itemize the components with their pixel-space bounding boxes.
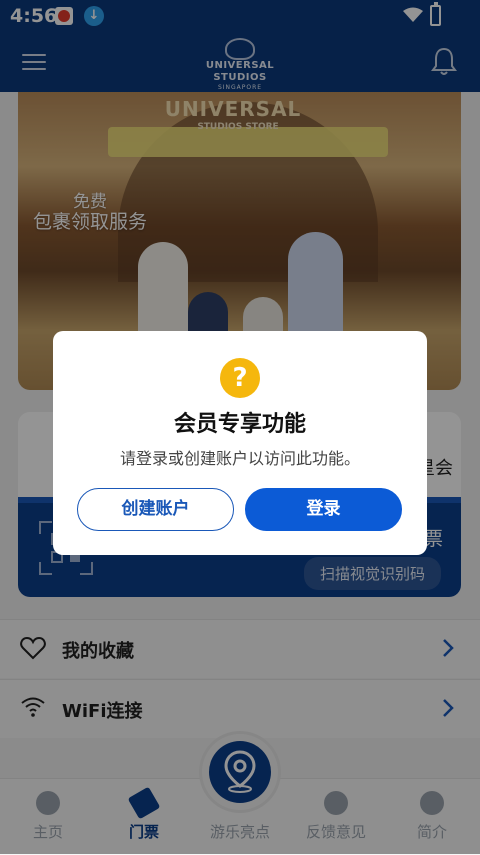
- dialog-message: 请登录或创建账户以访问此功能。: [119, 449, 360, 468]
- create-account-button[interactable]: 创建账户: [77, 488, 234, 531]
- dialog-title: 会员专享功能: [173, 412, 306, 437]
- login-button[interactable]: 登录: [245, 488, 402, 531]
- members-only-dialog: ? 会员专享功能 请登录或创建账户以访问此功能。 创建账户 登录: [53, 331, 427, 555]
- question-icon: ?: [220, 358, 260, 398]
